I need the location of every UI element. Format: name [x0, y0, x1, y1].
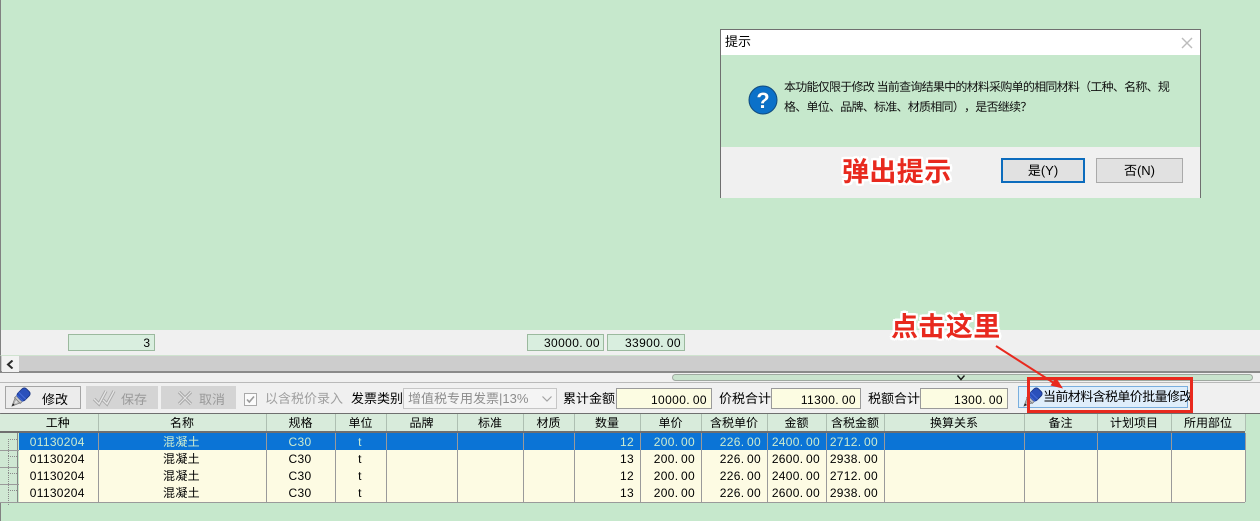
svg-text:?: ? [756, 88, 769, 113]
